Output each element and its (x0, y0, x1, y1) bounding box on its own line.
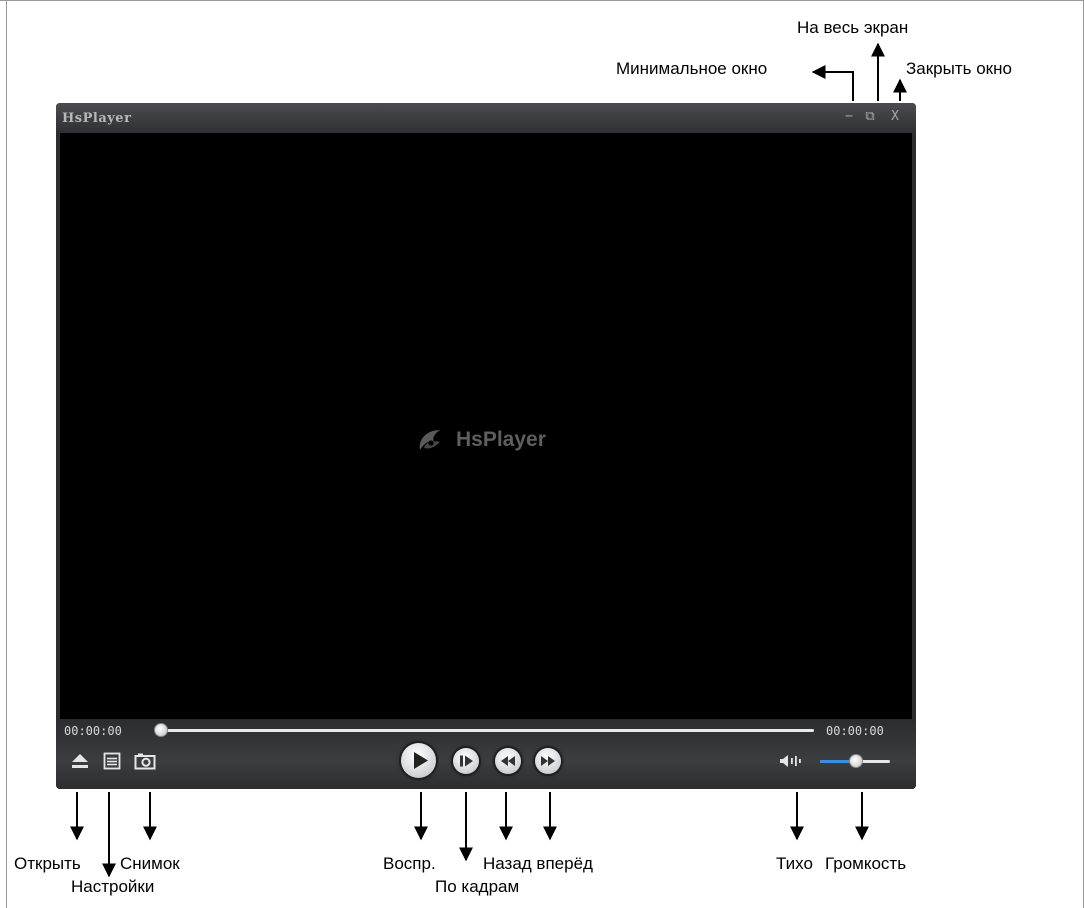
annotation-minimize: Минимальное окно (616, 59, 768, 78)
annotation-fullscreen: На весь экран (797, 18, 909, 37)
hsplayer-logo-icon (419, 430, 440, 450)
total-time: 00:00:00 (826, 724, 884, 738)
annotation-quiet: Тихо (776, 854, 813, 873)
list-icon[interactable] (103, 752, 121, 770)
annotation-open: Открыть (14, 854, 81, 873)
video-area[interactable]: HsPlayer (60, 133, 912, 719)
annotation-step: По кадрам (435, 877, 520, 896)
current-time: 00:00:00 (64, 724, 122, 738)
seek-handle[interactable] (154, 723, 168, 737)
play-button[interactable] (401, 743, 436, 778)
annotation-volume: Громкость (825, 854, 907, 873)
window-title: HsPlayer (62, 111, 132, 126)
close-button[interactable]: X (887, 109, 903, 125)
annotation-back-forward: Назад вперёд (483, 854, 593, 873)
volume-handle[interactable] (849, 754, 863, 768)
title-bar[interactable]: HsPlayer − ⧉ X (56, 103, 916, 133)
rewind-icon (501, 756, 515, 766)
fast-forward-button[interactable] (535, 748, 561, 774)
speaker-icon[interactable] (780, 754, 804, 768)
rewind-button[interactable] (495, 748, 521, 774)
figure-frame-left (6, 0, 7, 908)
fullscreen-button[interactable]: ⧉ (862, 109, 878, 125)
annotation-settings: Настройки (71, 877, 155, 896)
step-frame-button[interactable] (453, 748, 479, 774)
player-window: HsPlayer − ⧉ X HsPlayer 00:00:00 00:00:0… (56, 103, 916, 789)
logo-text: HsPlayer (456, 428, 546, 451)
camera-icon[interactable] (134, 752, 156, 770)
fast-forward-icon (541, 756, 555, 766)
eject-icon[interactable] (70, 753, 90, 769)
step-frame-icon (460, 755, 473, 767)
seek-bar[interactable] (162, 729, 814, 732)
play-icon (414, 752, 428, 769)
minimize-button[interactable]: − (841, 109, 857, 125)
annotation-snapshot: Снимок (120, 854, 180, 873)
annotation-play: Воспр. (383, 854, 436, 873)
annotation-close: Закрыть окно (906, 59, 1012, 78)
control-bar: 00:00:00 00:00:00 (56, 719, 916, 789)
